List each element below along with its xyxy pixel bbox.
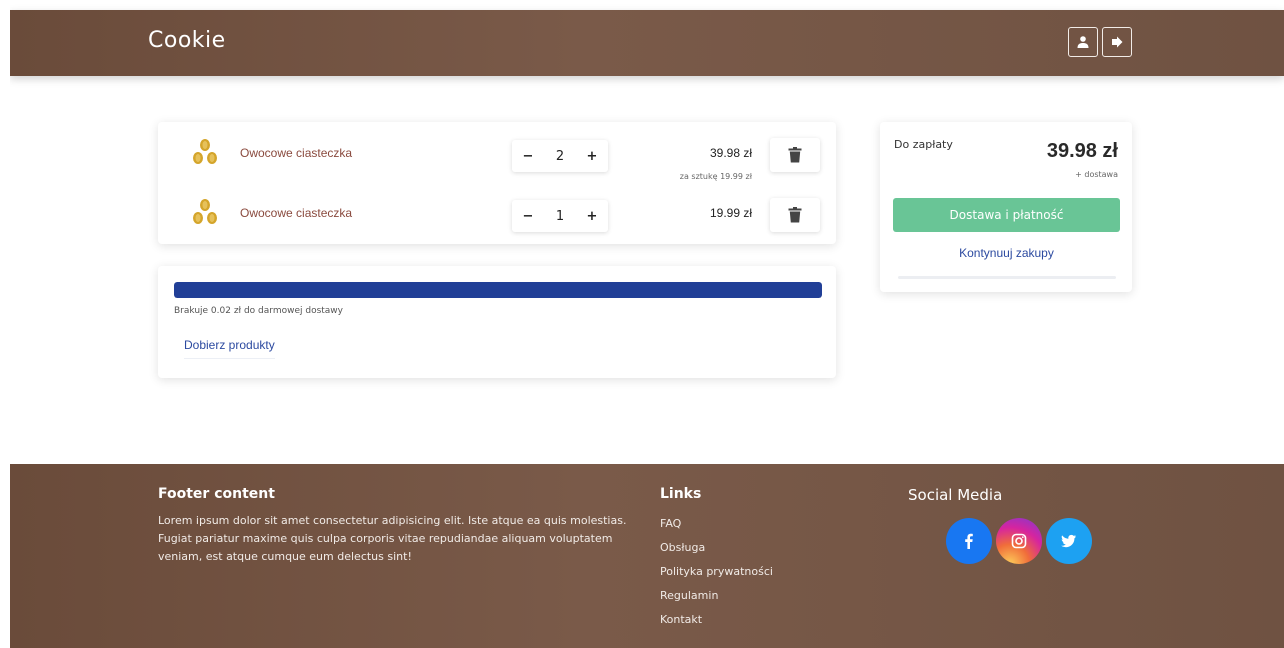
- remove-item-button[interactable]: [770, 198, 820, 232]
- account-button[interactable]: [1068, 27, 1098, 57]
- free-delivery-note: Brakuje 0.02 zł do darmowej dostawy: [174, 306, 343, 316]
- logout-icon: [1112, 36, 1123, 48]
- progress-fill: [174, 282, 822, 298]
- item-price: 39.98 zł: [709, 146, 752, 160]
- coins-icon: [193, 199, 217, 224]
- footer-content-title: Footer content: [158, 486, 275, 502]
- footer-links-column: Links FAQ Obsługa Polityka prywatności R…: [660, 486, 860, 632]
- header-actions: [1068, 27, 1132, 57]
- coins-icon: [193, 139, 217, 164]
- quantity-stepper: − 1 +: [512, 200, 608, 232]
- trash-icon: [788, 147, 802, 163]
- facebook-icon: [965, 533, 973, 549]
- divider: [898, 276, 1116, 279]
- item-name[interactable]: Owocowe ciasteczka: [240, 206, 352, 220]
- cart-item-row: Owocowe ciasteczka − 2 + 39.98 zł za szt…: [158, 124, 836, 182]
- quantity-stepper: − 2 +: [512, 140, 608, 172]
- logout-button[interactable]: [1102, 27, 1132, 57]
- free-delivery-progress: [174, 282, 822, 298]
- remove-item-button[interactable]: [770, 138, 820, 172]
- footer-link-terms[interactable]: Regulamin: [660, 584, 860, 608]
- twitter-icon: [1061, 534, 1076, 548]
- footer-social-title: Social Media: [908, 486, 1003, 504]
- increase-quantity-button[interactable]: +: [582, 209, 602, 224]
- instagram-icon: [1011, 533, 1027, 549]
- footer-link-service[interactable]: Obsługa: [660, 536, 860, 560]
- trash-icon: [788, 207, 802, 223]
- checkout-button[interactable]: Dostawa i płatność: [893, 198, 1120, 232]
- decrease-quantity-button[interactable]: −: [518, 149, 538, 164]
- quantity-value: 1: [555, 208, 565, 224]
- cart-item-row: Owocowe ciasteczka − 1 + 19.99 zł: [158, 184, 836, 242]
- footer-links-title: Links: [660, 486, 702, 502]
- item-price: 19.99 zł: [709, 206, 752, 220]
- footer-social-column: Social Media: [908, 486, 1108, 564]
- footer-link-privacy[interactable]: Polityka prywatności: [660, 560, 860, 584]
- item-name[interactable]: Owocowe ciasteczka: [240, 146, 352, 160]
- facebook-button[interactable]: [946, 518, 992, 564]
- top-navbar: Cookie: [10, 10, 1284, 76]
- instagram-button[interactable]: [996, 518, 1042, 564]
- footer-content-column: Footer content Lorem ipsum dolor sit ame…: [158, 486, 638, 566]
- footer-link-contact[interactable]: Kontakt: [660, 608, 860, 632]
- free-delivery-card: Brakuje 0.02 zł do darmowej dostawy Dobi…: [158, 266, 836, 378]
- site-footer: Footer content Lorem ipsum dolor sit ame…: [10, 464, 1284, 648]
- user-icon: [1077, 36, 1089, 48]
- decrease-quantity-button[interactable]: −: [518, 209, 538, 224]
- continue-shopping-link[interactable]: Kontynuuj zakupy: [893, 246, 1120, 260]
- footer-link-faq[interactable]: FAQ: [660, 512, 860, 536]
- to-pay-label: Do zapłaty: [894, 138, 953, 151]
- order-total: 39.98 zł: [1046, 140, 1118, 162]
- unit-price-note: za sztukę 19.99 zł: [679, 172, 752, 181]
- add-products-link[interactable]: Dobierz produkty: [184, 338, 275, 359]
- increase-quantity-button[interactable]: +: [582, 149, 602, 164]
- quantity-value: 2: [555, 148, 565, 164]
- cart-items-card: Owocowe ciasteczka − 2 + 39.98 zł za szt…: [158, 122, 836, 244]
- brand-logo[interactable]: Cookie: [148, 28, 226, 53]
- page-frame: Cookie Owocowe ciasteczka − 2 + 39.98 zł…: [10, 0, 1284, 648]
- order-summary-card: Do zapłaty 39.98 zł + dostawa Dostawa i …: [880, 122, 1132, 292]
- delivery-extra-note: + dostawa: [1075, 170, 1118, 179]
- twitter-button[interactable]: [1046, 518, 1092, 564]
- footer-content-text: Lorem ipsum dolor sit amet consectetur a…: [158, 514, 627, 563]
- social-buttons: [946, 518, 1092, 564]
- footer-links-list: FAQ Obsługa Polityka prywatności Regulam…: [660, 512, 860, 632]
